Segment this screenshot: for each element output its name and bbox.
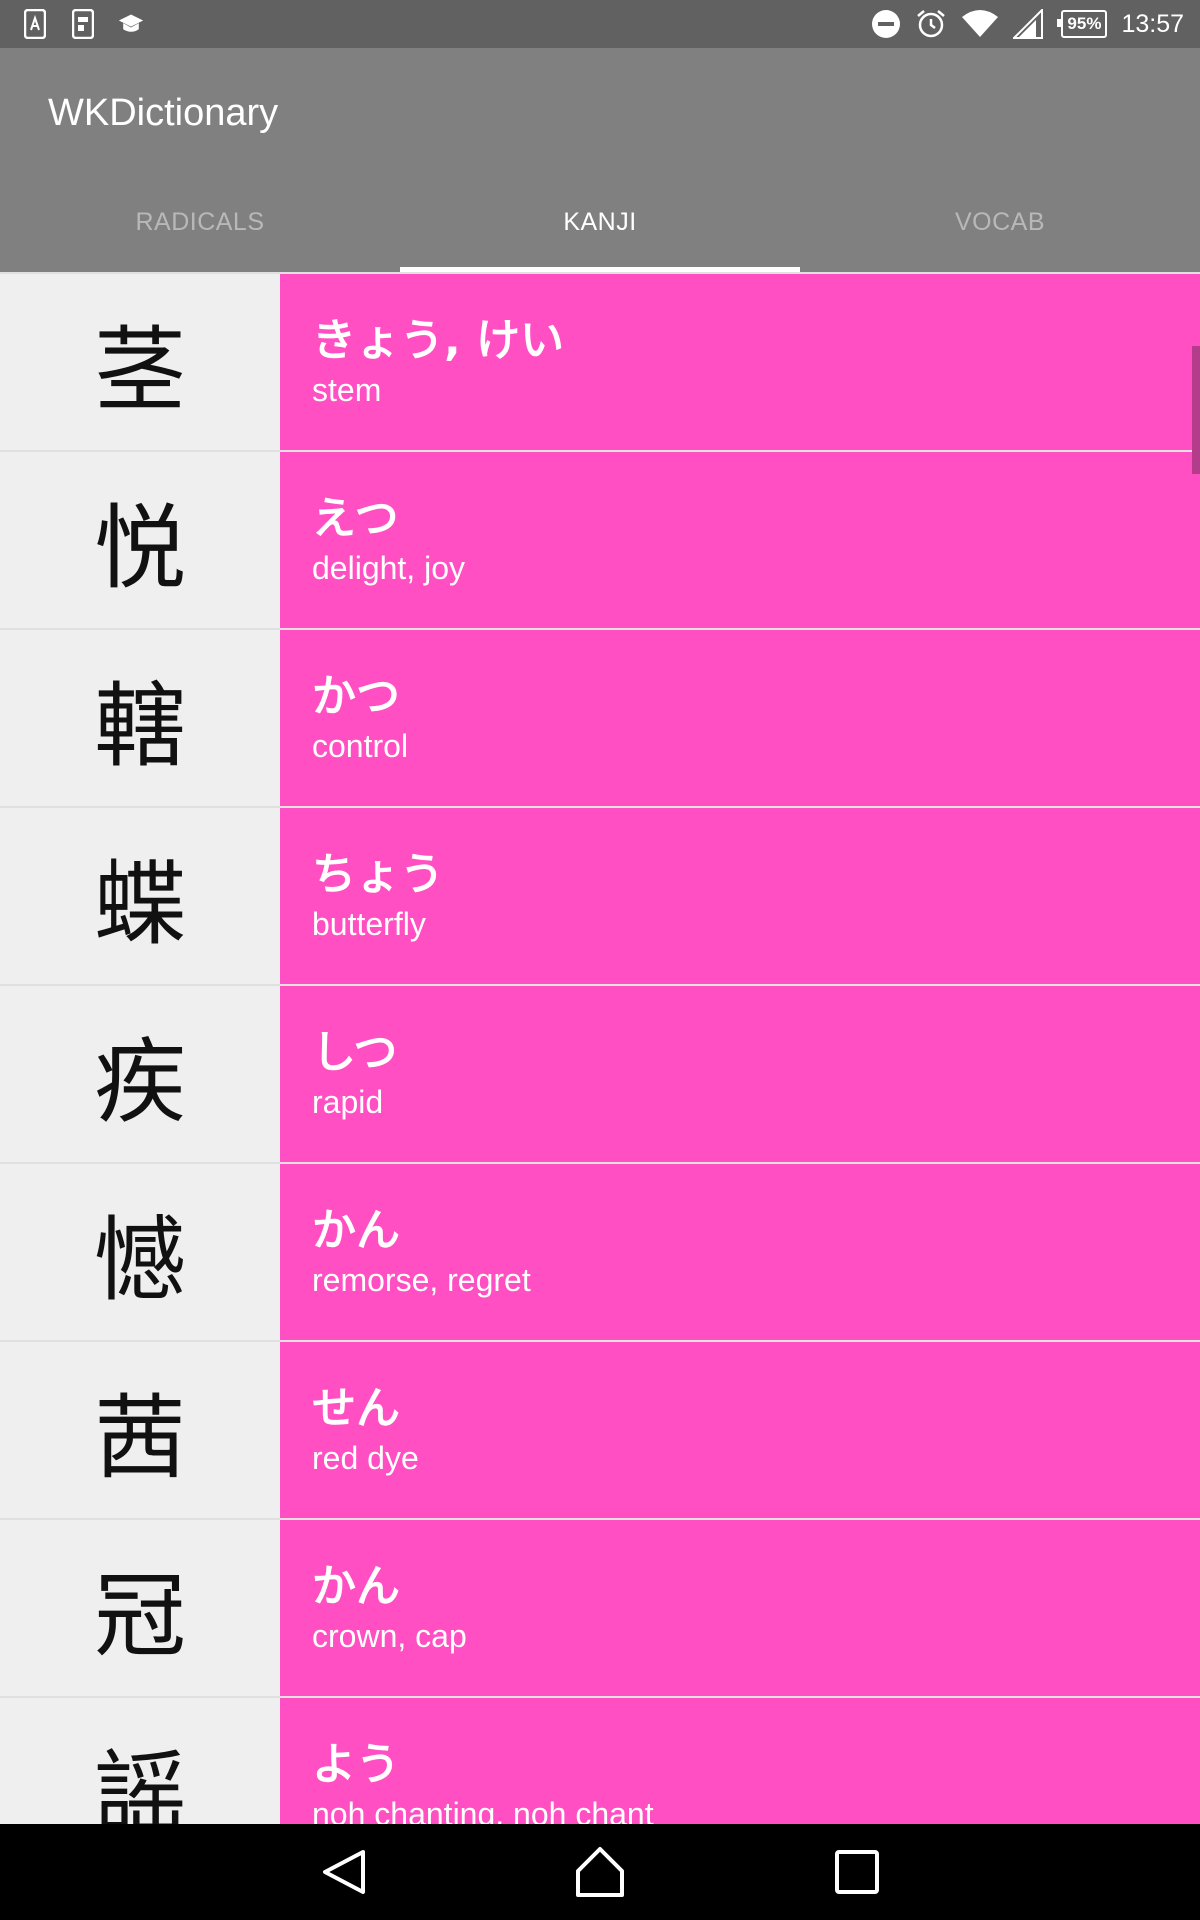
kanji-meaning: noh chanting, noh chant — [312, 1796, 654, 1824]
kanji-character: 謡 — [0, 1698, 280, 1824]
kanji-character: 冠 — [0, 1520, 280, 1696]
status-left-icons — [22, 8, 166, 40]
list-item[interactable]: 疾 しつ rapid — [0, 986, 1200, 1162]
list-item[interactable]: 茎 きょう, けい stem — [0, 274, 1200, 450]
kanji-info: ちょう butterfly — [280, 808, 1200, 984]
tab-radicals-label: RADICALS — [135, 208, 265, 236]
kanji-reading: せん — [312, 1383, 400, 1434]
kanji-reading: よう — [312, 1739, 400, 1790]
kanji-reading: きょう, けい — [312, 315, 565, 366]
app-title: WKDictionary — [48, 92, 279, 134]
kanji-info: かん crown, cap — [280, 1520, 1200, 1696]
kanji-meaning: red dye — [312, 1440, 419, 1476]
back-icon — [323, 1850, 365, 1894]
kanji-meaning: butterfly — [312, 906, 426, 942]
kanji-reading: えつ — [312, 493, 399, 544]
do-not-disturb-icon — [871, 8, 901, 40]
kanji-character: 悦 — [0, 452, 280, 628]
list-item[interactable]: 轄 かつ control — [0, 630, 1200, 806]
screenshot-notification-icon — [70, 8, 96, 40]
kanji-character: 轄 — [0, 630, 280, 806]
kanji-info: よう noh chanting, noh chant — [280, 1698, 1200, 1824]
status-bar: 95% 13:57 — [0, 0, 1200, 48]
tab-bar: RADICALS KANJI VOCAB — [0, 192, 1200, 272]
status-time: 13:57 — [1121, 9, 1184, 38]
sim-icon — [22, 8, 48, 40]
kanji-info: かん remorse, regret — [280, 1164, 1200, 1340]
kanji-info: せん red dye — [280, 1342, 1200, 1518]
app-bar: WKDictionary RADICALS KANJI VOCAB — [0, 48, 1200, 272]
kanji-info: しつ rapid — [280, 986, 1200, 1162]
kanji-meaning: rapid — [312, 1084, 384, 1120]
scrollbar-thumb[interactable] — [1192, 346, 1200, 474]
kanji-info: えつ delight, joy — [280, 452, 1200, 628]
tab-radicals[interactable]: RADICALS — [0, 192, 400, 272]
kanji-reading: かん — [312, 1205, 400, 1256]
wifi-icon — [961, 8, 999, 40]
list-item[interactable]: 蝶 ちょう butterfly — [0, 808, 1200, 984]
list-item[interactable]: 茜 せん red dye — [0, 1342, 1200, 1518]
status-right-icons: 95% 13:57 — [857, 0, 1184, 48]
kanji-character: 茎 — [0, 274, 280, 450]
tab-kanji-label: KANJI — [563, 208, 637, 236]
kanji-character: 茜 — [0, 1342, 280, 1518]
school-icon — [118, 8, 144, 40]
navigation-bar — [0, 1824, 1200, 1920]
tab-kanji[interactable]: KANJI — [400, 192, 800, 272]
kanji-character: 憾 — [0, 1164, 280, 1340]
back-button[interactable] — [315, 1844, 375, 1900]
kanji-reading: ちょう — [312, 849, 444, 900]
signal-icon — [1013, 8, 1044, 40]
kanji-meaning: delight, joy — [312, 550, 465, 586]
kanji-reading: かつ — [312, 671, 400, 722]
kanji-reading: しつ — [312, 1027, 398, 1078]
kanji-info: きょう, けい stem — [280, 274, 1200, 450]
screen: 95% 13:57 WKDictionary RADICALS KANJI VO… — [0, 0, 1200, 1920]
battery-indicator: 95% — [1057, 10, 1108, 38]
tab-vocab[interactable]: VOCAB — [800, 192, 1200, 272]
kanji-meaning: control — [312, 728, 409, 764]
list-item[interactable]: 謡 よう noh chanting, noh chant — [0, 1698, 1200, 1824]
recents-button[interactable] — [827, 1844, 887, 1900]
recents-icon — [835, 1850, 879, 1894]
list-item[interactable]: 冠 かん crown, cap — [0, 1520, 1200, 1696]
kanji-meaning: remorse, regret — [312, 1262, 531, 1298]
list-item[interactable]: 憾 かん remorse, regret — [0, 1164, 1200, 1340]
kanji-meaning: stem — [312, 372, 382, 408]
tab-vocab-label: VOCAB — [954, 208, 1046, 236]
home-icon — [576, 1847, 624, 1897]
kanji-info: かつ control — [280, 630, 1200, 806]
kanji-list[interactable]: 茎 きょう, けい stem 悦 えつ delight, joy 轄 かつ co… — [0, 272, 1200, 1824]
kanji-reading: かん — [312, 1561, 400, 1612]
kanji-meaning: crown, cap — [312, 1618, 467, 1654]
kanji-character: 疾 — [0, 986, 280, 1162]
home-button[interactable] — [570, 1844, 630, 1900]
kanji-character: 蝶 — [0, 808, 280, 984]
alarm-icon — [915, 8, 947, 40]
list-item[interactable]: 悦 えつ delight, joy — [0, 452, 1200, 628]
